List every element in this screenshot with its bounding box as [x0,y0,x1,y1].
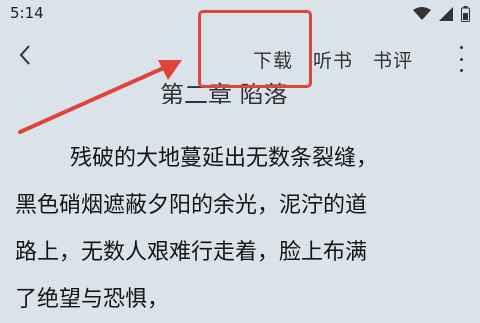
annotation-arrow [18,60,182,134]
